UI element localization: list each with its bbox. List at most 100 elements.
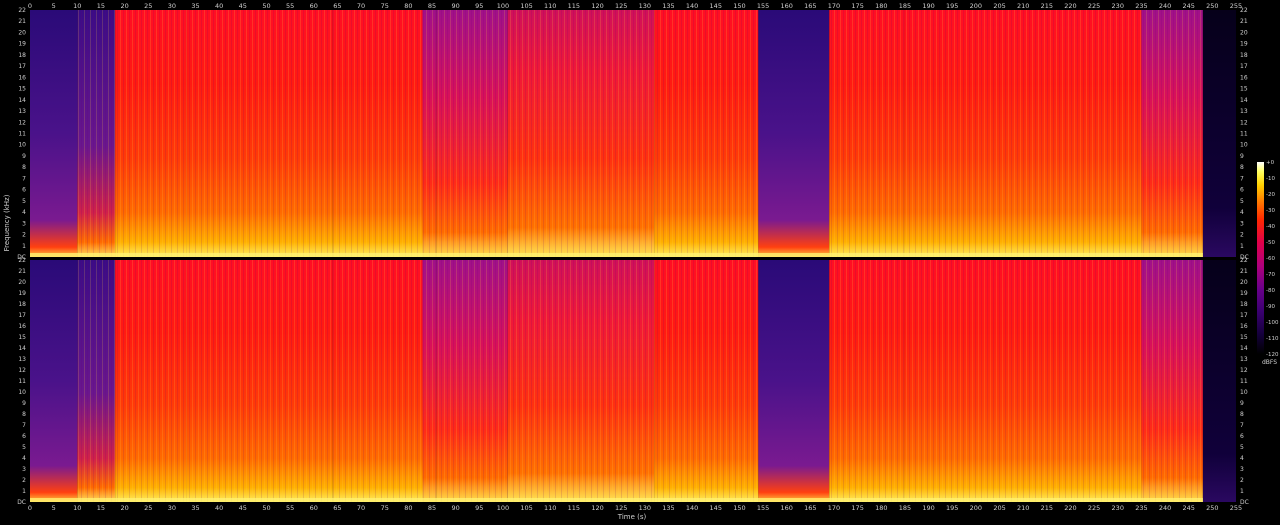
x-tick-label-top: 175	[851, 2, 863, 10]
spectrogram-segment-ch2-0	[30, 260, 78, 502]
x-tick-label-bottom: 20	[120, 504, 128, 512]
x-tick-label-top: 125	[615, 2, 627, 10]
y-tick-label-left-ch2: 11	[18, 378, 26, 385]
x-tick-label-bottom: 250	[1206, 504, 1218, 512]
y-tick-label-left-ch1: 11	[18, 131, 26, 138]
y-tick-label-right-ch2: 9	[1240, 400, 1244, 407]
y-tick-label-left-ch1: 12	[18, 119, 26, 126]
colorbar-label: dBFS	[1262, 359, 1277, 366]
y-tick-label-left-ch2: 22	[18, 257, 26, 264]
y-axis-label: Frequency (kHz)	[3, 194, 11, 251]
x-tick-label-bottom: 85	[428, 504, 436, 512]
y-tick-label-right-ch2: 7	[1240, 422, 1244, 429]
y-tick-label-left-ch2: 12	[18, 367, 26, 374]
spectrogram-texture-ch1-12	[1141, 10, 1203, 257]
spectrogram-texture-ch1-5	[422, 10, 437, 257]
spectrogram-texture-ch2-5	[422, 260, 437, 502]
x-tick-label-top: 80	[404, 2, 412, 10]
x-tick-label-top: 120	[591, 2, 603, 10]
x-tick-label-top: 215	[1041, 2, 1053, 10]
spectrogram-texture-ch2-10	[829, 260, 905, 502]
y-tick-label-left-ch2: 14	[18, 345, 26, 352]
x-tick-label-top: 185	[899, 2, 911, 10]
colorbar-ticks: +0 -10 -20 -30 -40 -50 -60 -70 -80 -90 -100 -110 -12…	[1266, 160, 1279, 358]
spectrogram-texture-ch1-2	[115, 10, 187, 257]
x-tick-label-bottom: 115	[568, 504, 580, 512]
x-tick-label-top: 75	[381, 2, 389, 10]
y-tick-label-left-ch1: 18	[18, 52, 26, 59]
x-tick-label-top: 50	[262, 2, 270, 10]
spectrogram-texture-ch2-6	[436, 260, 508, 502]
spectrogram-texture-ch2-8	[654, 260, 759, 502]
y-tick-label-right-ch1: 5	[1240, 198, 1244, 205]
y-tick-label-left-ch2: 6	[22, 433, 26, 440]
x-tick-label-bottom: 5	[52, 504, 56, 512]
x-tick-label-top: 145	[710, 2, 722, 10]
y-tick-label-left-ch1: 3	[22, 220, 26, 227]
x-tick-label-bottom: 45	[239, 504, 247, 512]
spectrogram-texture-ch1-11	[904, 10, 1142, 257]
x-axis-label: Time (s)	[617, 513, 647, 521]
x-tick-label-bottom: 170	[828, 504, 840, 512]
y-tick-label-right-ch1: 11	[1240, 131, 1248, 138]
y-tick-label-right-ch2: DC	[1240, 499, 1249, 506]
x-tick-label-top: 190	[922, 2, 934, 10]
x-tick-label-top: 130	[639, 2, 651, 10]
x-tick-label-bottom: 230	[1112, 504, 1124, 512]
x-tick-label-top: 60	[310, 2, 318, 10]
y-tick-label-right-ch2: 6	[1240, 433, 1244, 440]
y-tick-label-left-ch2: 13	[18, 356, 26, 363]
x-tick-label-bottom: 225	[1088, 504, 1100, 512]
x-tick-label-top: 30	[168, 2, 176, 10]
x-tick-label-top: 135	[662, 2, 674, 10]
x-tick-label-bottom: 35	[191, 504, 199, 512]
spectrogram-texture-ch1-1	[77, 10, 116, 257]
colorbar-tick-label: -30	[1266, 208, 1275, 214]
spectrogram-segment-ch2-9	[758, 260, 830, 502]
x-tick-label-bottom: 185	[899, 504, 911, 512]
low-frequency-band-ch2	[30, 498, 1203, 502]
x-tick-label-bottom: 75	[381, 504, 389, 512]
x-tick-label-top: 150	[733, 2, 745, 10]
y-tick-label-left-ch2: 4	[22, 455, 26, 462]
x-tick-label-top: 225	[1088, 2, 1100, 10]
x-tick-label-top: 95	[475, 2, 483, 10]
x-tick-label-top: 25	[144, 2, 152, 10]
y-tick-label-left-ch2: 10	[18, 389, 26, 396]
y-tick-label-right-ch1: 4	[1240, 209, 1244, 216]
x-tick-label-top: 165	[804, 2, 816, 10]
y-tick-label-left-ch1: 22	[18, 7, 26, 14]
spectrogram-texture-ch2-7	[507, 260, 655, 502]
spectrogram-segment-ch1-9	[758, 10, 830, 257]
y-tick-label-left-ch2: 20	[18, 279, 26, 286]
x-tick-label-bottom: 195	[946, 504, 958, 512]
x-tick-label-top: 20	[120, 2, 128, 10]
x-tick-label-bottom: 80	[404, 504, 412, 512]
x-tick-label-top: 15	[97, 2, 105, 10]
y-tick-label-right-ch1: 21	[1240, 18, 1248, 25]
x-tick-label-bottom: 160	[780, 504, 792, 512]
x-tick-label-bottom: 0	[28, 504, 32, 512]
y-tick-label-left-ch2: 3	[22, 466, 26, 473]
colorbar-tick-label: -50	[1266, 240, 1275, 246]
x-tick-label-bottom: 135	[662, 504, 674, 512]
y-tick-label-right-ch2: 13	[1240, 356, 1248, 363]
x-tick-label-top: 10	[73, 2, 81, 10]
spectrogram-chart: 0055101015152020252530303535404045455050…	[3, 2, 1279, 521]
x-tick-label-bottom: 220	[1064, 504, 1076, 512]
x-tick-label-top: 170	[828, 2, 840, 10]
x-tick-label-top: 245	[1182, 2, 1194, 10]
y-tick-label-right-ch1: 3	[1240, 220, 1244, 227]
y-tick-label-left-ch2: 1	[22, 488, 26, 495]
y-tick-label-left-ch2: 18	[18, 301, 26, 308]
y-tick-label-left-ch1: 4	[22, 209, 26, 216]
x-tick-label-top: 235	[1135, 2, 1147, 10]
x-tick-label-bottom: 210	[1017, 504, 1029, 512]
colorbar-tick-label: -70	[1266, 272, 1275, 278]
x-tick-label-bottom: 10	[73, 504, 81, 512]
y-tick-label-left-ch1: 14	[18, 97, 26, 104]
y-tick-label-left-ch2: 21	[18, 268, 26, 275]
y-tick-label-right-ch2: 22	[1240, 257, 1248, 264]
x-tick-label-bottom: 70	[357, 504, 365, 512]
y-tick-label-right-ch2: 14	[1240, 345, 1248, 352]
